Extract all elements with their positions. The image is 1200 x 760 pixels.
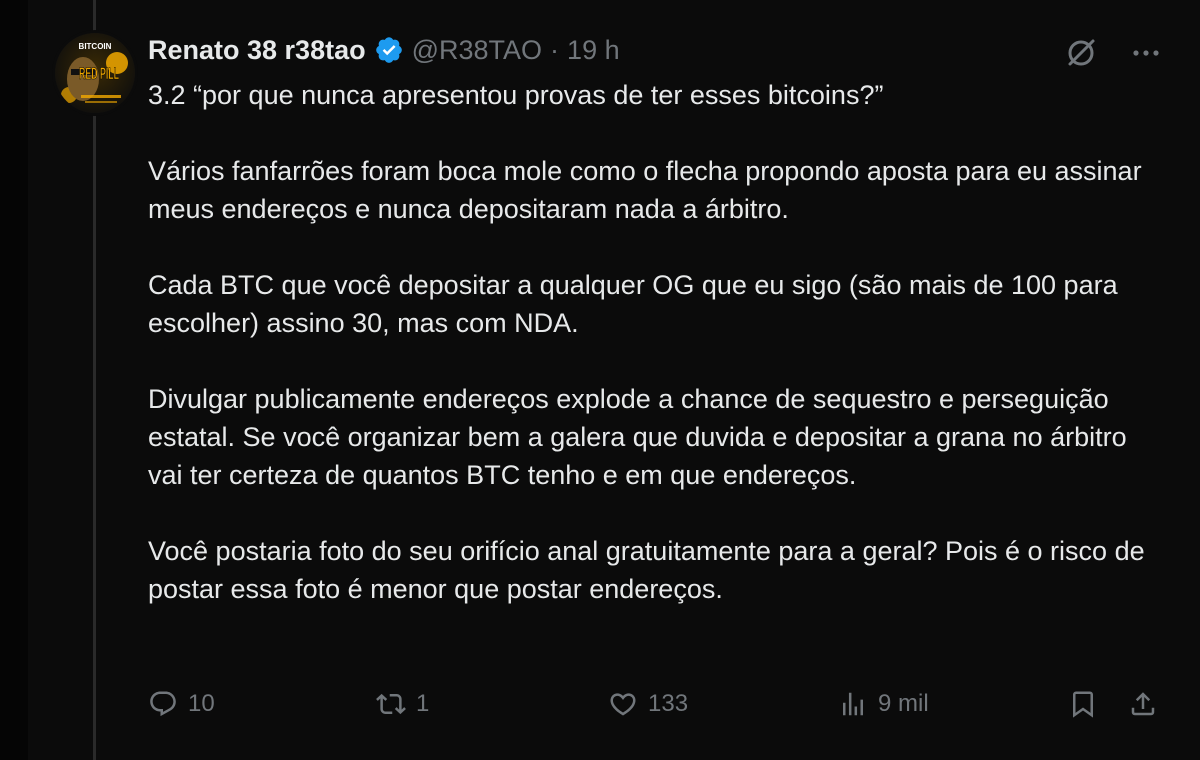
grok-icon[interactable]: [1064, 36, 1098, 70]
share-button[interactable]: [1128, 684, 1158, 724]
avatar[interactable]: BITCOIN RED PILL: [52, 30, 138, 116]
views-button[interactable]: 9 mil: [838, 684, 929, 724]
bookmark-icon: [1068, 689, 1098, 719]
reply-count: 10: [188, 690, 215, 717]
views-icon: [838, 689, 868, 719]
reply-icon: [148, 689, 178, 719]
post-header: Renato 38 r38tao @R38TAO · 19 h: [148, 30, 620, 70]
header-actions: [1064, 36, 1160, 70]
repost-button[interactable]: 1: [376, 684, 429, 724]
more-icon[interactable]: [1132, 48, 1160, 58]
share-icon: [1128, 689, 1158, 719]
author-name[interactable]: Renato 38 r38tao: [148, 35, 366, 66]
post-paragraph: Vários fanfarrões foram boca mole como o…: [148, 156, 1150, 224]
post[interactable]: BITCOIN RED PILL Renato 38 r38tao @R38TA…: [0, 0, 1200, 760]
post-frame: BITCOIN RED PILL Renato 38 r38tao @R38TA…: [0, 0, 1200, 760]
like-button[interactable]: 133: [608, 684, 688, 724]
views-count: 9 mil: [878, 690, 929, 717]
heart-icon: [608, 689, 638, 719]
avatar-image: BITCOIN RED PILL: [55, 33, 135, 113]
avatar-text-top: BITCOIN: [79, 42, 112, 51]
reply-button[interactable]: 10: [148, 684, 215, 724]
post-paragraph: Divulgar publicamente endereços explode …: [148, 384, 1135, 490]
post-paragraph: Você postaria foto do seu orifício anal …: [148, 536, 1153, 604]
post-time[interactable]: 19 h: [567, 35, 620, 66]
action-bar: 10 1 133 9 mil: [148, 684, 1160, 724]
avatar-text-main: RED PILL: [79, 64, 119, 83]
like-count: 133: [648, 690, 689, 717]
post-paragraph: 3.2 “por que nunca apresentou provas de …: [148, 80, 884, 110]
post-text: 3.2 “por que nunca apresentou provas de …: [148, 76, 1168, 646]
separator-dot: ·: [550, 34, 560, 65]
author-handle[interactable]: @R38TAO: [412, 35, 542, 66]
repost-icon: [376, 689, 406, 719]
post-paragraph: Cada BTC que você depositar a qualquer O…: [148, 270, 1126, 338]
repost-count: 1: [416, 690, 430, 717]
bookmark-button[interactable]: [1068, 684, 1098, 724]
verified-badge-icon[interactable]: [374, 35, 404, 65]
